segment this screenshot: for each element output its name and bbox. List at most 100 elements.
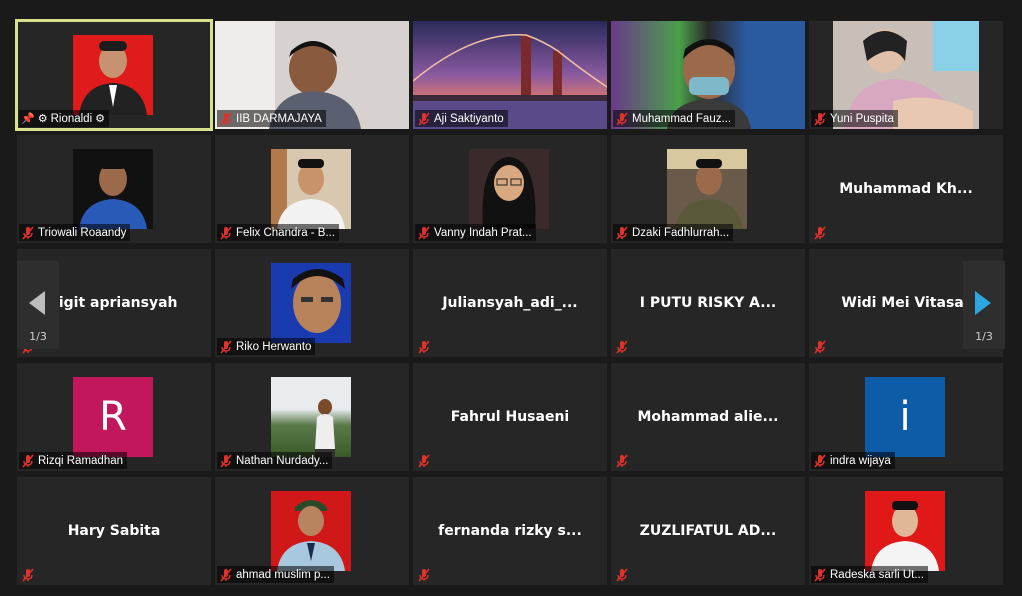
- participant-label: ahmad muslim p...: [217, 566, 334, 583]
- participant-name: Felix Chandra - B...: [236, 226, 336, 239]
- participant-label: Aji Saktiyanto: [415, 110, 508, 127]
- participant-label: Nathan Nurdady...: [217, 452, 333, 469]
- muted-mic-icon: [616, 567, 628, 582]
- participant-tile-rizqi-ramadhan[interactable]: R Rizqi Ramadhan: [17, 363, 211, 471]
- participant-label: Yuni Puspita: [811, 110, 898, 127]
- participant-photo: [271, 377, 351, 457]
- muted-mic-icon: [814, 453, 826, 468]
- participant-tile-fahrul[interactable]: Fahrul Husaeni: [413, 363, 607, 471]
- participant-name: Dzaki Fadhlurrah...: [632, 226, 730, 239]
- participant-name: Vanny Indah Prat...: [434, 226, 532, 239]
- participant-photo: [73, 35, 153, 115]
- participant-label: [613, 338, 633, 355]
- muted-mic-icon: [814, 225, 826, 240]
- participant-name: Muhammad Fauz...: [632, 112, 732, 125]
- participant-tile-iib-darmajaya[interactable]: IIB DARMAJAYA: [215, 21, 409, 129]
- participant-label: Vanny Indah Prat...: [415, 224, 536, 241]
- participant-tile-hary-sabita[interactable]: Hary Sabita: [17, 477, 211, 585]
- host-icon: ⚙: [37, 113, 48, 125]
- participant-tile-triowali-roaandy[interactable]: Triowali Roaandy: [17, 135, 211, 243]
- muted-mic-icon: [220, 111, 232, 126]
- participant-label: [415, 338, 435, 355]
- participant-display-name: ZUZLIFATUL AD...: [639, 523, 777, 539]
- participant-display-name: Hary Sabita: [67, 523, 161, 539]
- participant-label: Rizqi Ramadhan: [19, 452, 128, 469]
- muted-mic-icon: [220, 567, 232, 582]
- participant-tile-rionaldi[interactable]: 📌 ⚙ Rionaldi ⚙: [15, 19, 213, 131]
- participant-tile-muhammad-kh[interactable]: Muhammad Kh...: [809, 135, 1003, 243]
- participant-name: Yuni Puspita: [830, 112, 894, 125]
- participant-label: Riko Herwanto: [217, 338, 316, 355]
- muted-mic-icon: [418, 111, 430, 126]
- participant-tile-indra-wijaya[interactable]: i indra wijaya: [809, 363, 1003, 471]
- participant-name: IIB DARMAJAYA: [236, 112, 322, 125]
- participant-display-name: I PUTU RISKY A...: [639, 295, 777, 311]
- participant-grid: 📌 ⚙ Rionaldi ⚙ IIB DARMAJAYA Aji Saktiya…: [15, 19, 1005, 592]
- participant-label: IIB DARMAJAYA: [217, 110, 326, 127]
- participant-name: Triowali Roaandy: [38, 226, 127, 239]
- participant-photo: [271, 491, 351, 571]
- participant-label: [811, 338, 831, 355]
- participant-tile-zuzlifatul[interactable]: ZUZLIFATUL AD...: [611, 477, 805, 585]
- muted-mic-icon: [814, 339, 826, 354]
- participant-tile-vanny-indah[interactable]: Vanny Indah Prat...: [413, 135, 607, 243]
- muted-mic-icon: [22, 225, 34, 240]
- participant-display-name: fernanda rizky s...: [438, 523, 582, 539]
- participant-display-name: Mohammad alie...: [637, 409, 779, 425]
- participant-tile-felix-chandra[interactable]: Felix Chandra - B...: [215, 135, 409, 243]
- participant-tile-muhammad-fauz[interactable]: Muhammad Fauz...: [611, 21, 805, 129]
- participant-label: Triowali Roaandy: [19, 224, 131, 241]
- muted-mic-icon: [418, 453, 430, 468]
- participant-tile-aji-saktiyanto[interactable]: Aji Saktiyanto: [413, 21, 607, 129]
- muted-mic-icon: [220, 453, 232, 468]
- next-page-button[interactable]: 1/3: [963, 261, 1005, 349]
- chevron-right-icon: [975, 291, 991, 315]
- participant-photo: [271, 263, 351, 343]
- page-indicator: 1/3: [975, 330, 993, 343]
- participant-name: ahmad muslim p...: [236, 568, 330, 581]
- muted-mic-icon: [814, 111, 826, 126]
- participant-label: [415, 566, 435, 583]
- participant-display-name: Fahrul Husaeni: [450, 409, 570, 425]
- muted-mic-icon: [418, 225, 430, 240]
- participant-tile-riko-herwanto[interactable]: Riko Herwanto: [215, 249, 409, 357]
- participant-tile-fernanda[interactable]: fernanda rizky s...: [413, 477, 607, 585]
- participant-display-name: Juliansyah_adi_...: [442, 295, 578, 311]
- participant-tile-dzaki[interactable]: Dzaki Fadhlurrah...: [611, 135, 805, 243]
- participant-tile-radeska[interactable]: Radeska sarli Ut...: [809, 477, 1003, 585]
- participant-label: Muhammad Fauz...: [613, 110, 736, 127]
- participant-name: Riko Herwanto: [236, 340, 312, 353]
- participant-label: [415, 452, 435, 469]
- participant-tile-i-putu-risky[interactable]: I PUTU RISKY A...: [611, 249, 805, 357]
- participant-name: Aji Saktiyanto: [434, 112, 504, 125]
- participant-label: [19, 566, 39, 583]
- participant-tile-juliansyah[interactable]: Juliansyah_adi_...: [413, 249, 607, 357]
- participant-photo: [667, 149, 747, 229]
- muted-mic-icon: [616, 453, 628, 468]
- prev-page-button[interactable]: 1/3: [17, 261, 59, 349]
- participant-display-name: Muhammad Kh...: [839, 181, 973, 197]
- participant-name: Radeska sarli Ut...: [830, 568, 924, 581]
- participant-tile-ahmad-muslim[interactable]: ahmad muslim p...: [215, 477, 409, 585]
- participant-tile-yuni-puspita[interactable]: Yuni Puspita: [809, 21, 1003, 129]
- muted-mic-icon: [220, 339, 232, 354]
- avatar-letter: i: [865, 377, 945, 457]
- participant-photo: [865, 491, 945, 571]
- muted-mic-icon: [418, 567, 430, 582]
- participant-name: indra wijaya: [830, 454, 891, 467]
- muted-mic-icon: [814, 567, 826, 582]
- muted-mic-icon: [22, 453, 34, 468]
- participant-label: [811, 224, 831, 241]
- participant-label: [613, 566, 633, 583]
- chevron-left-icon: [29, 291, 45, 315]
- participant-label: Dzaki Fadhlurrah...: [613, 224, 734, 241]
- page-indicator: 1/3: [29, 330, 47, 343]
- participant-label: [613, 452, 633, 469]
- participant-photo: [73, 149, 153, 229]
- muted-mic-icon: [22, 567, 34, 582]
- muted-mic-icon: [616, 111, 628, 126]
- participant-tile-nathan[interactable]: Nathan Nurdady...: [215, 363, 409, 471]
- participant-photo: [469, 149, 549, 229]
- participant-label: 📌 ⚙ Rionaldi ⚙: [19, 110, 110, 127]
- participant-tile-mohammad-alie[interactable]: Mohammad alie...: [611, 363, 805, 471]
